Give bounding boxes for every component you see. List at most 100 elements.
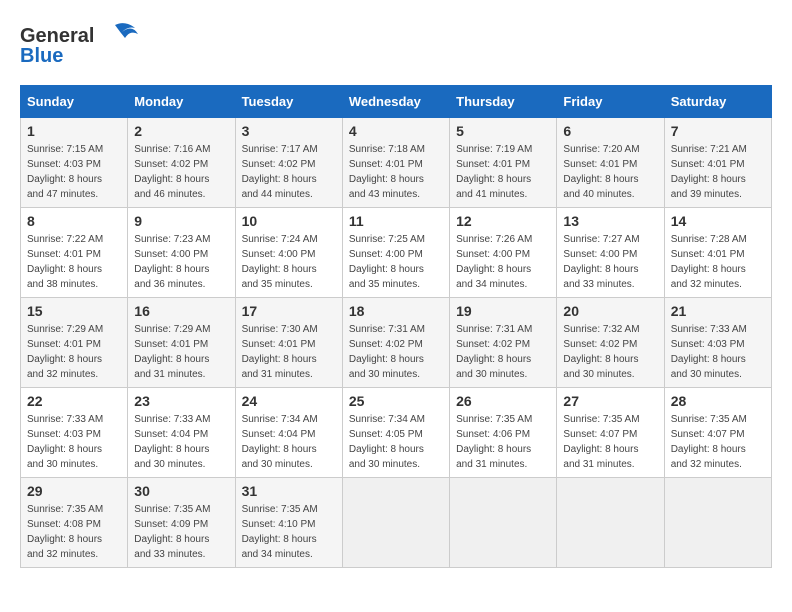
calendar-cell: 11 Sunrise: 7:25 AM Sunset: 4:00 PM Dayl…: [342, 208, 449, 298]
day-number: 12: [456, 213, 550, 229]
page-header: General Blue: [20, 20, 772, 75]
calendar-cell: [664, 478, 771, 568]
calendar-cell: 12 Sunrise: 7:26 AM Sunset: 4:00 PM Dayl…: [450, 208, 557, 298]
day-number: 8: [27, 213, 121, 229]
day-number: 4: [349, 123, 443, 139]
day-info: Sunrise: 7:29 AM Sunset: 4:01 PM Dayligh…: [27, 322, 121, 382]
header-sunday: Sunday: [21, 86, 128, 118]
day-info: Sunrise: 7:21 AM Sunset: 4:01 PM Dayligh…: [671, 142, 765, 202]
day-info: Sunrise: 7:35 AM Sunset: 4:07 PM Dayligh…: [671, 412, 765, 472]
day-number: 3: [242, 123, 336, 139]
day-number: 1: [27, 123, 121, 139]
calendar-cell: 2 Sunrise: 7:16 AM Sunset: 4:02 PM Dayli…: [128, 118, 235, 208]
calendar-cell: 25 Sunrise: 7:34 AM Sunset: 4:05 PM Dayl…: [342, 388, 449, 478]
calendar-cell: 31 Sunrise: 7:35 AM Sunset: 4:10 PM Dayl…: [235, 478, 342, 568]
calendar-week-row: 22 Sunrise: 7:33 AM Sunset: 4:03 PM Dayl…: [21, 388, 772, 478]
day-info: Sunrise: 7:17 AM Sunset: 4:02 PM Dayligh…: [242, 142, 336, 202]
day-number: 31: [242, 483, 336, 499]
day-number: 28: [671, 393, 765, 409]
calendar-cell: 7 Sunrise: 7:21 AM Sunset: 4:01 PM Dayli…: [664, 118, 771, 208]
day-info: Sunrise: 7:22 AM Sunset: 4:01 PM Dayligh…: [27, 232, 121, 292]
calendar-cell: 15 Sunrise: 7:29 AM Sunset: 4:01 PM Dayl…: [21, 298, 128, 388]
calendar-cell: 6 Sunrise: 7:20 AM Sunset: 4:01 PM Dayli…: [557, 118, 664, 208]
day-number: 7: [671, 123, 765, 139]
logo-text: General Blue: [20, 20, 140, 75]
calendar-cell: [557, 478, 664, 568]
calendar-cell: 9 Sunrise: 7:23 AM Sunset: 4:00 PM Dayli…: [128, 208, 235, 298]
day-info: Sunrise: 7:25 AM Sunset: 4:00 PM Dayligh…: [349, 232, 443, 292]
day-number: 15: [27, 303, 121, 319]
calendar-cell: 28 Sunrise: 7:35 AM Sunset: 4:07 PM Dayl…: [664, 388, 771, 478]
calendar-cell: 26 Sunrise: 7:35 AM Sunset: 4:06 PM Dayl…: [450, 388, 557, 478]
day-info: Sunrise: 7:20 AM Sunset: 4:01 PM Dayligh…: [563, 142, 657, 202]
svg-text:Blue: Blue: [20, 45, 63, 67]
day-info: Sunrise: 7:31 AM Sunset: 4:02 PM Dayligh…: [456, 322, 550, 382]
day-info: Sunrise: 7:15 AM Sunset: 4:03 PM Dayligh…: [27, 142, 121, 202]
day-info: Sunrise: 7:35 AM Sunset: 4:09 PM Dayligh…: [134, 502, 228, 562]
header-wednesday: Wednesday: [342, 86, 449, 118]
day-info: Sunrise: 7:16 AM Sunset: 4:02 PM Dayligh…: [134, 142, 228, 202]
calendar-cell: 20 Sunrise: 7:32 AM Sunset: 4:02 PM Dayl…: [557, 298, 664, 388]
day-info: Sunrise: 7:24 AM Sunset: 4:00 PM Dayligh…: [242, 232, 336, 292]
calendar-cell: 8 Sunrise: 7:22 AM Sunset: 4:01 PM Dayli…: [21, 208, 128, 298]
calendar-table: SundayMondayTuesdayWednesdayThursdayFrid…: [20, 85, 772, 568]
header-friday: Friday: [557, 86, 664, 118]
day-info: Sunrise: 7:35 AM Sunset: 4:07 PM Dayligh…: [563, 412, 657, 472]
logo: General Blue: [20, 20, 140, 75]
day-number: 26: [456, 393, 550, 409]
calendar-cell: 13 Sunrise: 7:27 AM Sunset: 4:00 PM Dayl…: [557, 208, 664, 298]
calendar-cell: 17 Sunrise: 7:30 AM Sunset: 4:01 PM Dayl…: [235, 298, 342, 388]
calendar-cell: 3 Sunrise: 7:17 AM Sunset: 4:02 PM Dayli…: [235, 118, 342, 208]
day-number: 9: [134, 213, 228, 229]
day-info: Sunrise: 7:26 AM Sunset: 4:00 PM Dayligh…: [456, 232, 550, 292]
svg-text:General: General: [20, 25, 94, 47]
day-info: Sunrise: 7:35 AM Sunset: 4:10 PM Dayligh…: [242, 502, 336, 562]
day-number: 20: [563, 303, 657, 319]
calendar-cell: 27 Sunrise: 7:35 AM Sunset: 4:07 PM Dayl…: [557, 388, 664, 478]
calendar-cell: 29 Sunrise: 7:35 AM Sunset: 4:08 PM Dayl…: [21, 478, 128, 568]
calendar-cell: 16 Sunrise: 7:29 AM Sunset: 4:01 PM Dayl…: [128, 298, 235, 388]
calendar-week-row: 8 Sunrise: 7:22 AM Sunset: 4:01 PM Dayli…: [21, 208, 772, 298]
day-number: 21: [671, 303, 765, 319]
day-number: 23: [134, 393, 228, 409]
calendar-cell: 10 Sunrise: 7:24 AM Sunset: 4:00 PM Dayl…: [235, 208, 342, 298]
day-info: Sunrise: 7:35 AM Sunset: 4:08 PM Dayligh…: [27, 502, 121, 562]
day-number: 11: [349, 213, 443, 229]
day-number: 27: [563, 393, 657, 409]
day-info: Sunrise: 7:28 AM Sunset: 4:01 PM Dayligh…: [671, 232, 765, 292]
calendar-cell: 1 Sunrise: 7:15 AM Sunset: 4:03 PM Dayli…: [21, 118, 128, 208]
header-tuesday: Tuesday: [235, 86, 342, 118]
day-number: 24: [242, 393, 336, 409]
day-info: Sunrise: 7:29 AM Sunset: 4:01 PM Dayligh…: [134, 322, 228, 382]
day-number: 6: [563, 123, 657, 139]
day-info: Sunrise: 7:35 AM Sunset: 4:06 PM Dayligh…: [456, 412, 550, 472]
calendar-cell: 30 Sunrise: 7:35 AM Sunset: 4:09 PM Dayl…: [128, 478, 235, 568]
day-number: 17: [242, 303, 336, 319]
calendar-cell: 24 Sunrise: 7:34 AM Sunset: 4:04 PM Dayl…: [235, 388, 342, 478]
day-number: 19: [456, 303, 550, 319]
calendar-cell: 4 Sunrise: 7:18 AM Sunset: 4:01 PM Dayli…: [342, 118, 449, 208]
day-info: Sunrise: 7:32 AM Sunset: 4:02 PM Dayligh…: [563, 322, 657, 382]
day-number: 29: [27, 483, 121, 499]
calendar-cell: 18 Sunrise: 7:31 AM Sunset: 4:02 PM Dayl…: [342, 298, 449, 388]
day-info: Sunrise: 7:34 AM Sunset: 4:05 PM Dayligh…: [349, 412, 443, 472]
day-info: Sunrise: 7:33 AM Sunset: 4:03 PM Dayligh…: [671, 322, 765, 382]
day-info: Sunrise: 7:34 AM Sunset: 4:04 PM Dayligh…: [242, 412, 336, 472]
calendar-header-row: SundayMondayTuesdayWednesdayThursdayFrid…: [21, 86, 772, 118]
calendar-cell: 5 Sunrise: 7:19 AM Sunset: 4:01 PM Dayli…: [450, 118, 557, 208]
calendar-cell: [342, 478, 449, 568]
day-info: Sunrise: 7:33 AM Sunset: 4:03 PM Dayligh…: [27, 412, 121, 472]
calendar-cell: 19 Sunrise: 7:31 AM Sunset: 4:02 PM Dayl…: [450, 298, 557, 388]
calendar-week-row: 29 Sunrise: 7:35 AM Sunset: 4:08 PM Dayl…: [21, 478, 772, 568]
day-info: Sunrise: 7:19 AM Sunset: 4:01 PM Dayligh…: [456, 142, 550, 202]
header-thursday: Thursday: [450, 86, 557, 118]
header-saturday: Saturday: [664, 86, 771, 118]
day-number: 30: [134, 483, 228, 499]
calendar-cell: 14 Sunrise: 7:28 AM Sunset: 4:01 PM Dayl…: [664, 208, 771, 298]
day-number: 10: [242, 213, 336, 229]
day-info: Sunrise: 7:27 AM Sunset: 4:00 PM Dayligh…: [563, 232, 657, 292]
calendar-week-row: 15 Sunrise: 7:29 AM Sunset: 4:01 PM Dayl…: [21, 298, 772, 388]
day-info: Sunrise: 7:18 AM Sunset: 4:01 PM Dayligh…: [349, 142, 443, 202]
day-number: 16: [134, 303, 228, 319]
calendar-cell: 23 Sunrise: 7:33 AM Sunset: 4:04 PM Dayl…: [128, 388, 235, 478]
